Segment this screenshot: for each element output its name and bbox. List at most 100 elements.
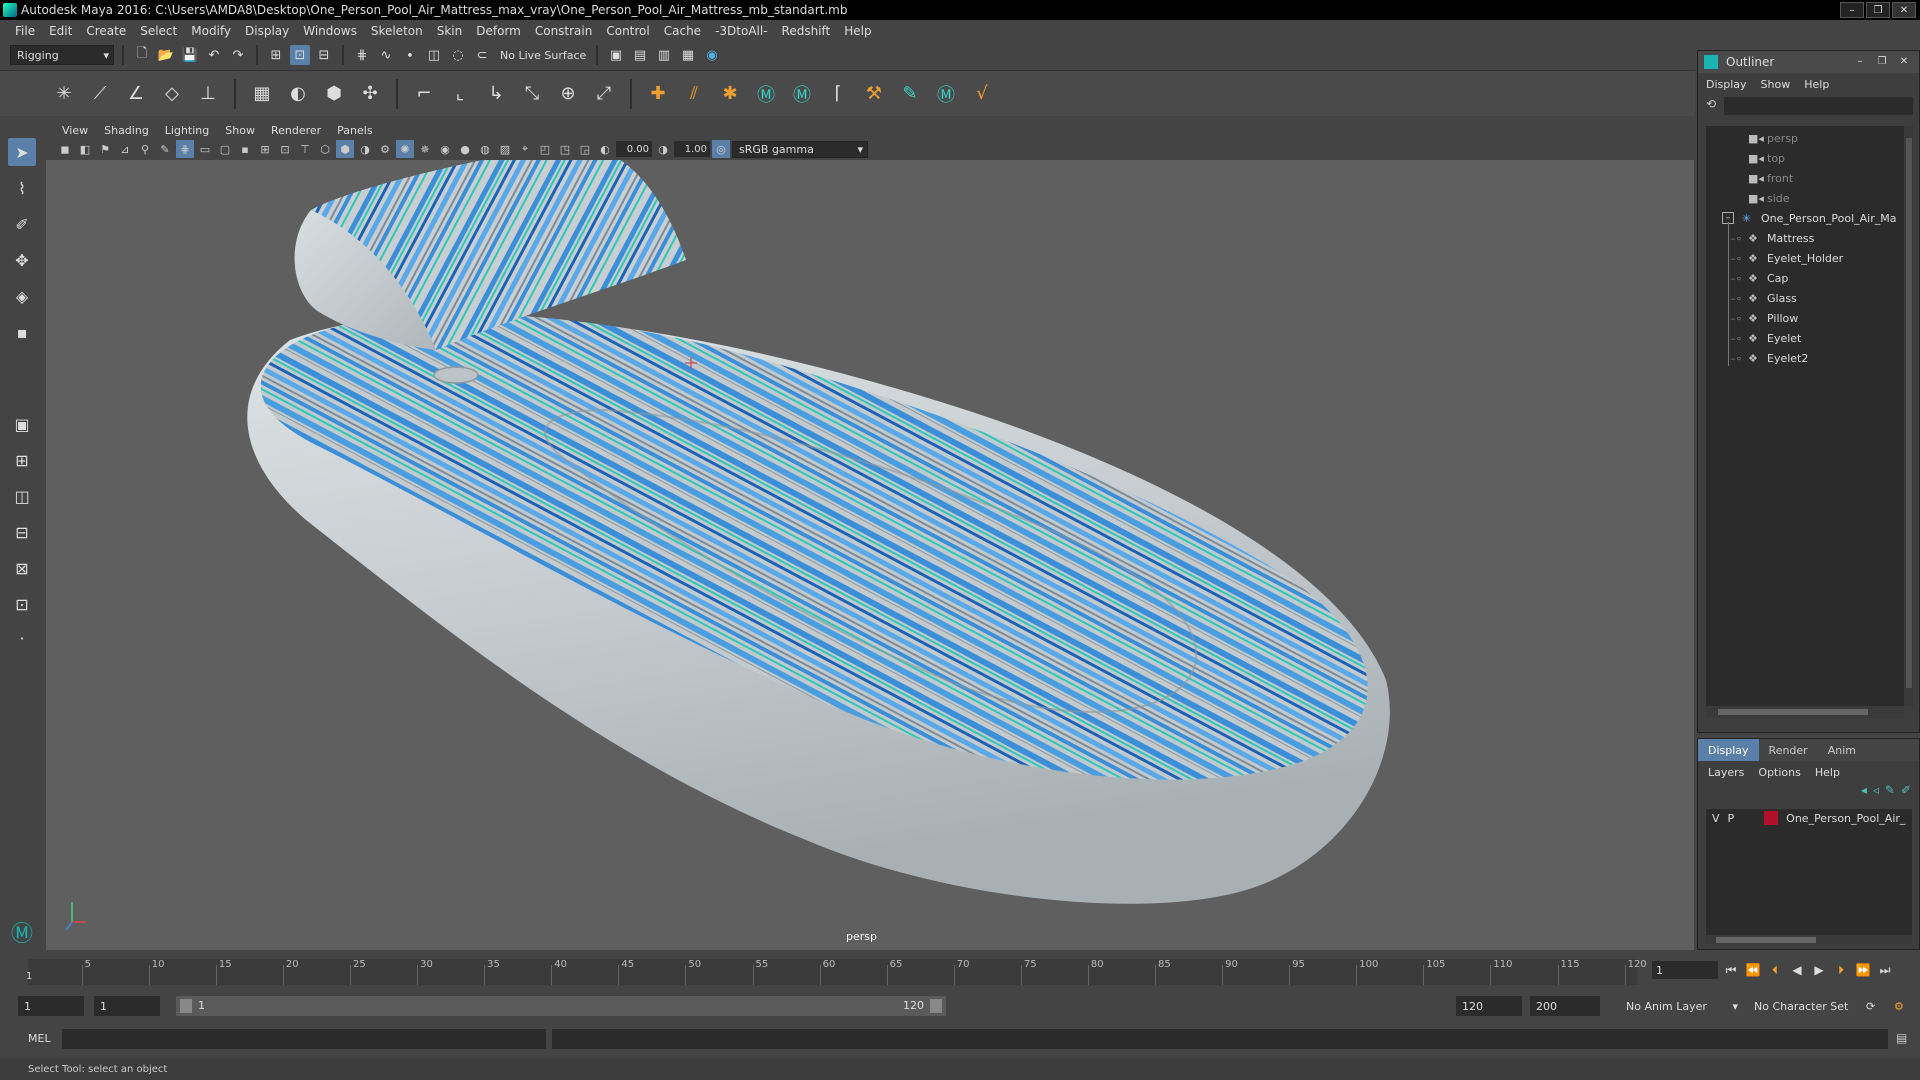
layer-color-swatch[interactable] — [1764, 811, 1779, 825]
gate-mask-icon[interactable]: ▪ — [236, 140, 254, 158]
snap-point-icon[interactable]: ∙ — [400, 45, 420, 65]
go-to-start-icon[interactable]: ⏮ — [1722, 961, 1740, 979]
hypershade-icon[interactable]: ◉ — [702, 45, 722, 65]
close-button[interactable]: ✕ — [1892, 2, 1916, 18]
textured-icon[interactable]: ⚙ — [376, 140, 394, 158]
outliner-item-glass[interactable]: –∘ ❖ Glass — [1730, 288, 1797, 308]
outliner-close-button[interactable]: ✕ — [1895, 54, 1913, 69]
xray-components-icon[interactable]: ◲ — [576, 140, 594, 158]
move-tool-icon[interactable]: ✥ — [8, 246, 36, 274]
tab-display[interactable]: Display — [1698, 739, 1759, 761]
lattice-icon[interactable]: ⬢ — [320, 80, 348, 108]
resolution-gate-icon[interactable]: ▢ — [216, 140, 234, 158]
locator-icon[interactable]: ✚ — [644, 80, 672, 108]
xray-joints-icon[interactable]: ◳ — [556, 140, 574, 158]
two-view-icon[interactable]: ◫ — [8, 482, 36, 510]
safe-action-icon[interactable]: ⊡ — [276, 140, 294, 158]
exposure-field[interactable]: 0.00 — [616, 141, 652, 157]
viewport-menu-panels[interactable]: Panels — [329, 124, 380, 137]
go-to-end-icon[interactable]: ⏭ — [1876, 961, 1894, 979]
use-all-lights-icon[interactable]: ✺ — [396, 140, 414, 158]
command-language-label[interactable]: MEL — [28, 1032, 51, 1045]
menu-create[interactable]: Create — [79, 24, 133, 38]
select-hierarchy-icon[interactable]: ⊞ — [266, 45, 286, 65]
menu-3dtoall[interactable]: -3DtoAll- — [708, 24, 774, 38]
command-input[interactable] — [62, 1029, 546, 1049]
anim-layer-dropdown[interactable]: No Anim Layer ▾ — [1620, 996, 1742, 1016]
menu-display[interactable]: Display — [238, 24, 296, 38]
outliner-filter-input[interactable] — [1724, 97, 1913, 115]
viewport-menu-renderer[interactable]: Renderer — [263, 124, 329, 137]
view-transform-dropdown[interactable]: sRGB gamma ▾ — [732, 140, 868, 158]
key-selected-icon[interactable]: ⫽ — [680, 80, 708, 108]
camera-attributes-icon[interactable]: ◧ — [76, 140, 94, 158]
menu-skin[interactable]: Skin — [430, 24, 470, 38]
color-management-icon[interactable]: ◎ — [712, 140, 730, 158]
bookmark-icon[interactable]: ⚑ — [96, 140, 114, 158]
2d-pan-zoom-icon[interactable]: ⚲ — [136, 140, 154, 158]
outliner-item-top[interactable]: ■◂ top — [1748, 148, 1785, 168]
step-back-key-icon[interactable]: ⏴ — [1766, 961, 1784, 979]
outliner-menu-display[interactable]: Display — [1706, 78, 1747, 91]
outliner-item-eyelet2[interactable]: –∘ ❖ Eyelet2 — [1730, 348, 1808, 368]
new-layer-selected-icon[interactable]: ✐ — [1901, 783, 1911, 803]
smooth-shade-icon[interactable]: ⬢ — [336, 140, 354, 158]
snap-curve-icon[interactable]: ∿ — [376, 45, 396, 65]
wireframe-icon[interactable]: ⬡ — [316, 140, 334, 158]
cluster-icon[interactable]: ✣ — [356, 80, 384, 108]
current-frame-field[interactable]: 1 — [1652, 961, 1718, 979]
aim-constraint-icon[interactable]: ⊕ — [554, 80, 582, 108]
rotate-tool-icon[interactable]: ◈ — [8, 282, 36, 310]
move-layer-down-icon[interactable]: ◃ — [1873, 783, 1879, 803]
camera-select-icon[interactable]: ◼ — [56, 140, 74, 158]
outliner-item-pillow[interactable]: –∘ ❖ Pillow — [1730, 308, 1798, 328]
gamma-field[interactable]: 1.00 — [674, 141, 710, 157]
menu-deform[interactable]: Deform — [469, 24, 528, 38]
layer-visibility-toggle[interactable]: V — [1712, 812, 1720, 825]
step-back-frame-icon[interactable]: ⏪ — [1744, 961, 1762, 979]
layer-menu-layers[interactable]: Layers — [1708, 766, 1744, 779]
layer-horizontal-scrollbar[interactable] — [1706, 935, 1912, 945]
xray-icon[interactable]: ◰ — [536, 140, 554, 158]
play-forwards-icon[interactable]: ▶ — [1810, 961, 1828, 979]
ipr-render-icon[interactable]: ▥ — [654, 45, 674, 65]
mirror-joint-icon[interactable]: ◇ — [158, 80, 186, 108]
menu-set-dropdown[interactable]: Rigging ▾ — [10, 45, 114, 65]
menu-control[interactable]: Control — [599, 24, 656, 38]
set-driven-key-icon[interactable]: ✱ — [716, 80, 744, 108]
pole-vector-icon[interactable]: ⤢ — [590, 80, 618, 108]
anti-aliasing-icon[interactable]: ◍ — [476, 140, 494, 158]
menu-skeleton[interactable]: Skeleton — [364, 24, 430, 38]
motion-blur-icon[interactable]: ● — [456, 140, 474, 158]
viewport-menu-shading[interactable]: Shading — [96, 124, 157, 137]
new-empty-layer-icon[interactable]: ✎ — [1885, 783, 1895, 803]
outliner-item-eyelet-holder[interactable]: –∘ ❖ Eyelet_Holder — [1730, 248, 1843, 268]
range-start-handle[interactable] — [180, 999, 192, 1013]
step-forward-key-icon[interactable]: ⏵ — [1832, 961, 1850, 979]
ik-spline-icon[interactable]: ∠ — [122, 80, 150, 108]
persp-graph-icon[interactable]: ⊠ — [8, 554, 36, 582]
minimize-button[interactable]: – — [1840, 2, 1864, 18]
shadows-icon[interactable]: ✵ — [416, 140, 434, 158]
ik-handle-icon[interactable]: ⟋ — [86, 80, 114, 108]
open-scene-icon[interactable]: 📂 — [156, 45, 176, 65]
outliner-item-mattress[interactable]: –∘ ❖ Mattress — [1730, 228, 1814, 248]
character-set-dropdown[interactable]: No Character Set — [1748, 996, 1864, 1016]
joint-tool-icon[interactable]: ✳ — [50, 80, 78, 108]
snap-view-plane-icon[interactable]: ◫ — [424, 45, 444, 65]
safe-title-icon[interactable]: ⊤ — [296, 140, 314, 158]
menu-constrain[interactable]: Constrain — [528, 24, 600, 38]
menu-help[interactable]: Help — [837, 24, 878, 38]
four-view-icon[interactable]: ⊞ — [8, 446, 36, 474]
render-frame-icon[interactable]: ▤ — [630, 45, 650, 65]
playback-start-field[interactable]: 1 — [94, 996, 160, 1016]
isolate-select-icon[interactable]: ⌖ — [516, 140, 534, 158]
menu-file[interactable]: File — [8, 24, 42, 38]
wireframe-on-shaded-icon[interactable]: ◑ — [356, 140, 374, 158]
range-end-handle[interactable] — [930, 999, 942, 1013]
render-settings-icon[interactable]: ▦ — [678, 45, 698, 65]
orient-constraint-icon[interactable]: ↳ — [482, 80, 510, 108]
outliner-item-cap[interactable]: –∘ ❖ Cap — [1730, 268, 1788, 288]
persp-outliner-icon[interactable]: ⊟ — [8, 518, 36, 546]
layer-menu-options[interactable]: Options — [1758, 766, 1800, 779]
